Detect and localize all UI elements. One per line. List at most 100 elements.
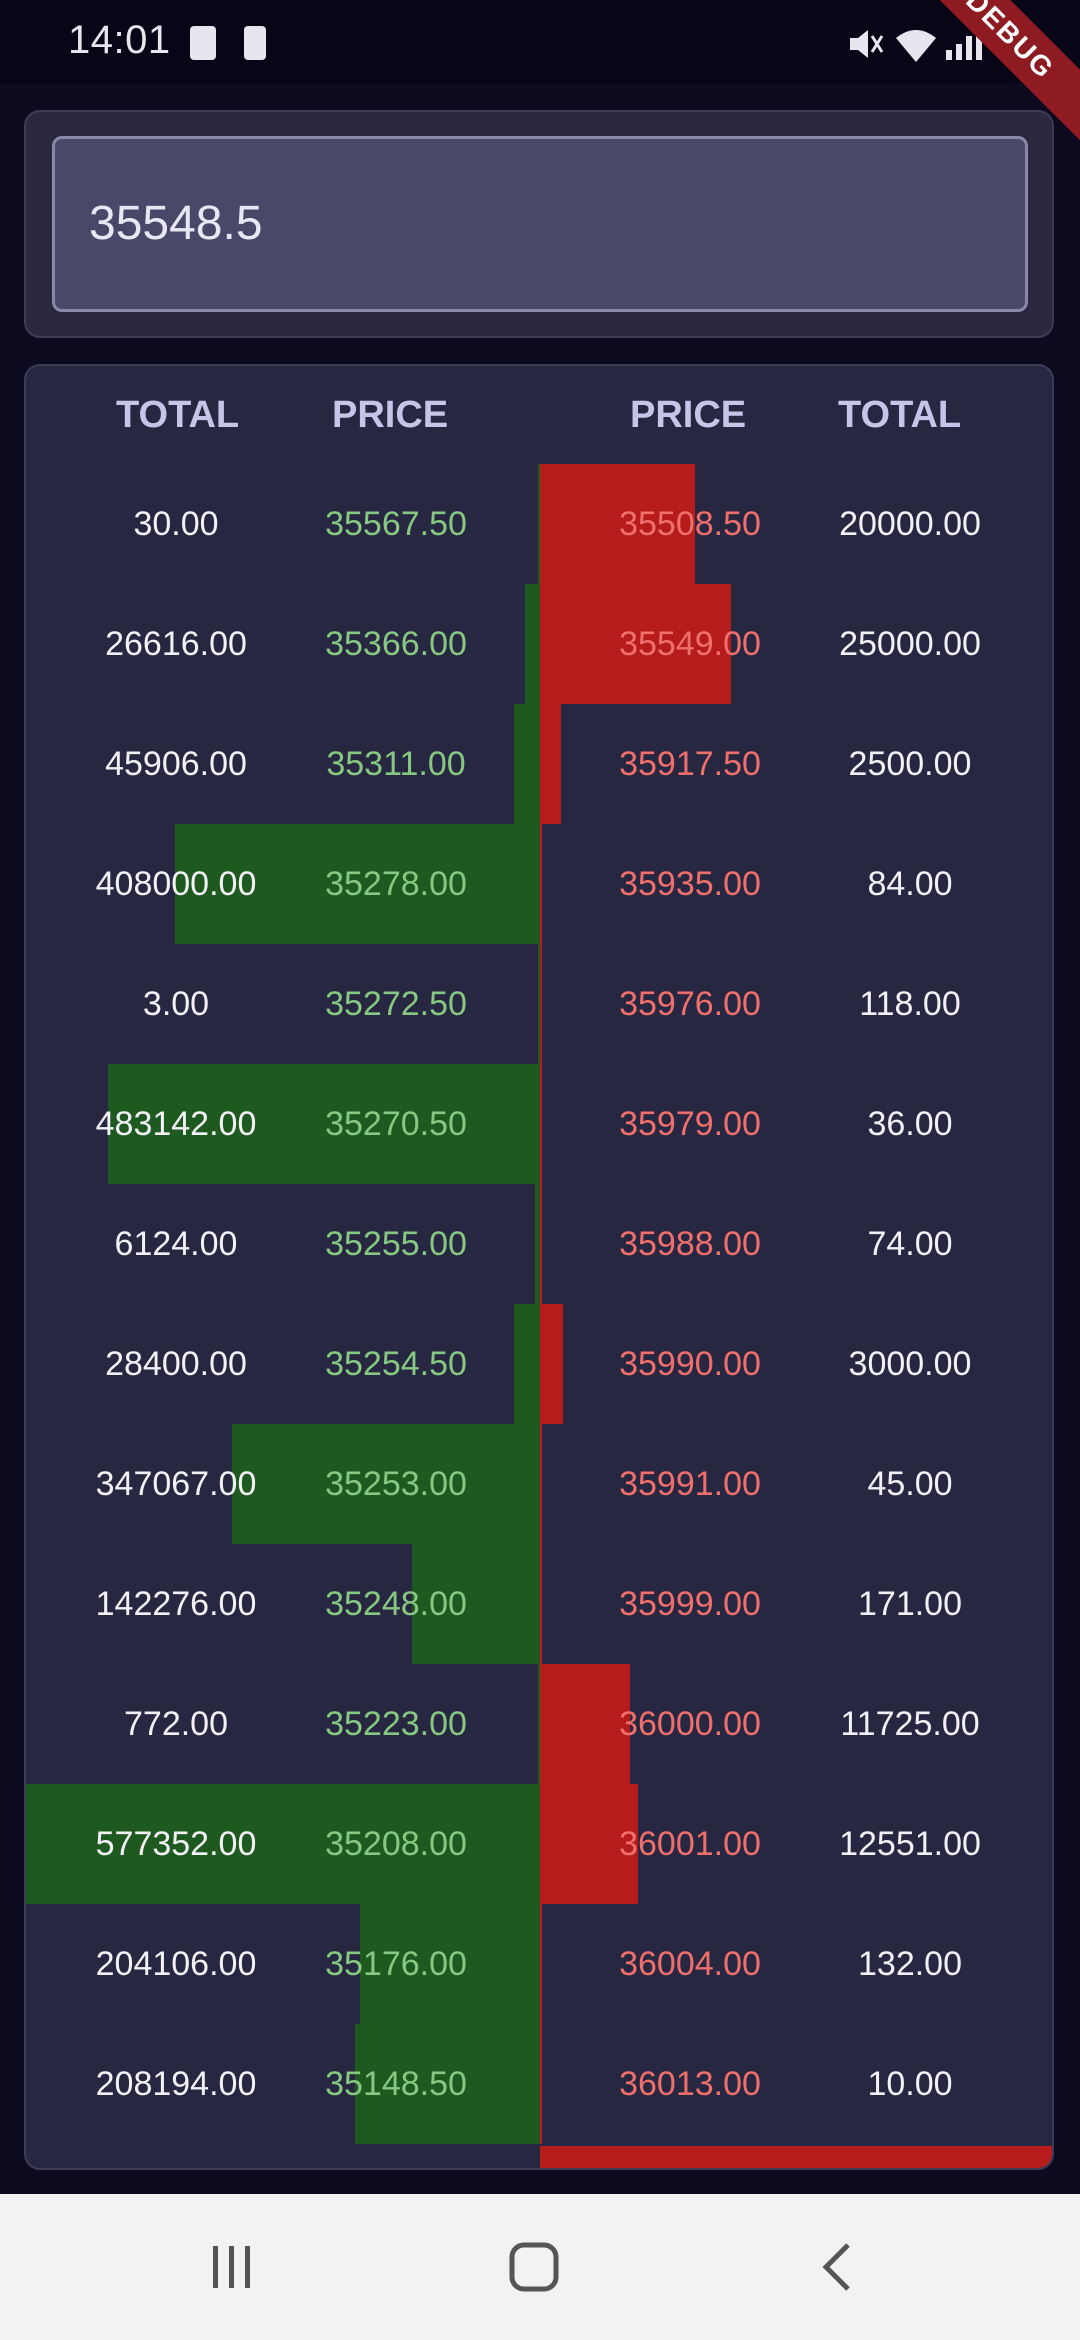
order-row: 208194.00 35148.50 36013.00 10.00 <box>26 2024 1052 2144</box>
recent-apps-icon <box>213 2246 250 2288</box>
bid-total: 408000.00 <box>95 865 257 903</box>
back-button[interactable] <box>778 2194 898 2340</box>
order-row: 483142.00 35270.50 35979.00 36.00 <box>26 1064 1052 1184</box>
order-row: 204106.00 35176.00 36004.00 132.00 <box>26 1904 1052 2024</box>
header-bid-price: PRICE <box>332 394 449 436</box>
ask-depth-bar <box>540 1424 542 1544</box>
bid-total: 208194.00 <box>95 2065 257 2103</box>
bid-price: 35248.00 <box>325 1585 467 1623</box>
bid-depth-bar <box>514 1304 540 1424</box>
bid-total: 45906.00 <box>105 745 247 783</box>
bid-price: 35311.00 <box>326 745 466 783</box>
back-icon <box>822 2243 850 2291</box>
ask-depth-bar <box>540 824 542 944</box>
bid-total: 577352.00 <box>95 1825 257 1863</box>
order-row: 347067.00 35253.00 35991.00 45.00 <box>26 1424 1052 1544</box>
order-row: 30.00 35567.50 35508.50 20000.00 <box>26 464 1052 584</box>
bid-price: 35254.50 <box>325 1345 467 1383</box>
order-row: 26616.00 35366.00 35549.00 25000.00 <box>26 584 1052 704</box>
ask-price: 35935.00 <box>619 865 761 903</box>
ask-total: 25000.00 <box>839 625 981 663</box>
ask-price: 35979.00 <box>619 1105 761 1143</box>
status-time: 14:01 <box>68 18 171 62</box>
ask-price: 35508.50 <box>619 505 761 543</box>
ask-price: 35991.00 <box>619 1465 761 1503</box>
bid-price: 35272.50 <box>325 985 467 1023</box>
bid-total: 347067.00 <box>95 1465 257 1503</box>
order-row: 772.00 35223.00 36000.00 11725.00 <box>26 1664 1052 1784</box>
ask-total: 2500.00 <box>848 745 972 783</box>
ask-total: 118.00 <box>859 985 961 1023</box>
bid-price: 35567.50 <box>325 505 467 543</box>
battery-icon <box>244 26 266 60</box>
bid-price: 35208.00 <box>325 1825 467 1863</box>
status-bar: 14:01 DEBUG <box>0 0 1080 145</box>
order-row: 45906.00 35311.00 35917.50 2500.00 <box>26 704 1052 824</box>
ask-depth-bar <box>540 1304 564 1424</box>
ask-depth-bar <box>540 1904 542 2024</box>
order-row: 3.00 35272.50 35976.00 118.00 <box>26 944 1052 1064</box>
ask-total: 74.00 <box>867 1225 953 1263</box>
ask-total: 36.00 <box>867 1105 953 1143</box>
header-ask-total: TOTAL <box>838 394 962 436</box>
bid-total: 30.00 <box>133 505 219 543</box>
bid-total: 28400.00 <box>105 1345 247 1383</box>
wifi-icon <box>896 30 936 62</box>
bid-depth-bar <box>524 584 540 704</box>
ask-total: 11725.00 <box>840 1705 980 1743</box>
ask-total: 20000.00 <box>839 505 981 543</box>
header-bid-total: TOTAL <box>116 394 240 436</box>
bid-total: 26616.00 <box>105 625 247 663</box>
order-row: 28400.00 35254.50 35990.00 3000.00 <box>26 1304 1052 1424</box>
ask-total: 12551.00 <box>839 1825 981 1863</box>
mute-icon <box>850 30 884 58</box>
ask-depth-bar <box>540 1064 542 1184</box>
recent-apps-button[interactable] <box>172 2194 292 2340</box>
bid-price: 35223.00 <box>325 1705 467 1743</box>
ask-price: 35976.00 <box>619 985 761 1023</box>
price-input-card: 35548.5 <box>24 110 1054 338</box>
bid-price: 35278.00 <box>325 865 467 903</box>
nav-bar <box>0 2194 1080 2340</box>
ask-price: 35999.00 <box>619 1585 761 1623</box>
ask-price: 36000.00 <box>619 1705 761 1743</box>
ask-price: 36001.00 <box>619 1825 761 1863</box>
ask-price: 35549.00 <box>619 625 761 663</box>
bid-price: 35253.00 <box>325 1465 467 1503</box>
bid-depth-bar <box>514 704 540 824</box>
bid-total: 772.00 <box>124 1705 228 1743</box>
ask-price: 36004.00 <box>619 1945 761 1983</box>
bottom-ask-bar <box>540 2146 1052 2168</box>
order-book: TOTAL PRICE PRICE TOTAL 30.00 35567.50 355… <box>24 364 1054 2170</box>
order-row: 6124.00 35255.00 35988.00 74.00 <box>26 1184 1052 1304</box>
ask-total: 84.00 <box>867 865 953 903</box>
ask-depth-bar <box>540 1184 542 1304</box>
check-box-icon <box>190 26 216 60</box>
ask-price: 35988.00 <box>619 1225 761 1263</box>
ask-total: 10.00 <box>867 2065 953 2103</box>
price-input[interactable]: 35548.5 <box>52 136 1028 312</box>
home-icon <box>509 2242 559 2292</box>
bid-price: 35366.00 <box>325 625 467 663</box>
ask-total: 45.00 <box>867 1465 953 1503</box>
ask-total: 171.00 <box>858 1585 962 1623</box>
ask-depth-bar <box>540 1664 631 1784</box>
header-ask-price: PRICE <box>630 394 747 436</box>
bid-price: 35148.50 <box>325 2065 467 2103</box>
bid-total: 142276.00 <box>95 1585 257 1623</box>
bid-total: 6124.00 <box>114 1225 238 1263</box>
ask-price: 35917.50 <box>619 745 761 783</box>
order-row: 408000.00 35278.00 35935.00 84.00 <box>26 824 1052 944</box>
bid-total: 204106.00 <box>95 1945 257 1983</box>
bid-total: 483142.00 <box>95 1105 257 1143</box>
ask-depth-bar <box>540 2024 542 2144</box>
ask-total: 3000.00 <box>848 1345 972 1383</box>
bid-price: 35270.50 <box>325 1105 467 1143</box>
ask-depth-bar <box>540 944 542 1064</box>
order-row: 142276.00 35248.00 35999.00 171.00 <box>26 1544 1052 1664</box>
ask-depth-bar <box>540 704 561 824</box>
bid-price: 35176.00 <box>325 1945 467 1983</box>
home-button[interactable] <box>474 2194 594 2340</box>
bid-total: 3.00 <box>142 985 210 1023</box>
ask-price: 36013.00 <box>619 2065 761 2103</box>
